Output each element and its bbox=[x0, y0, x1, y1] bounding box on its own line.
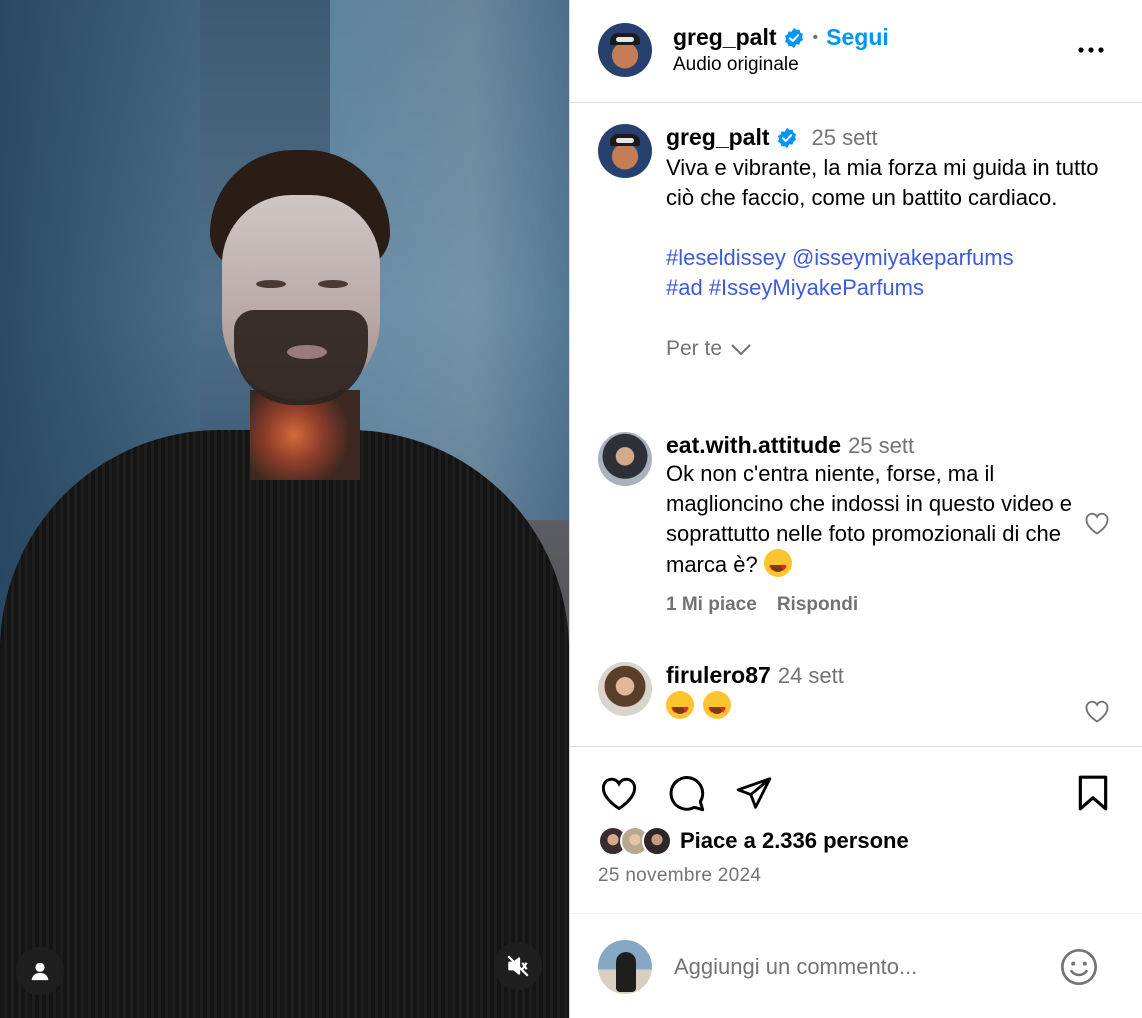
audio-label[interactable]: Audio originale bbox=[673, 54, 799, 76]
heart-icon[interactable] bbox=[1083, 510, 1111, 536]
person-eye-left bbox=[256, 280, 286, 288]
more-icon[interactable] bbox=[1076, 38, 1106, 68]
reply-button[interactable]: Rispondi bbox=[777, 594, 858, 616]
share-icon[interactable] bbox=[734, 774, 774, 812]
person-eye-right bbox=[318, 280, 348, 288]
reel-video[interactable] bbox=[0, 0, 569, 1018]
heart-eyes-emoji bbox=[666, 691, 694, 725]
caption-hashtags[interactable]: #leseldissey @isseymiyakeparfums #ad #Is… bbox=[666, 243, 1106, 303]
video-person bbox=[0, 0, 569, 1018]
comment-text bbox=[666, 691, 1076, 725]
caption-author-username[interactable]: greg_palt bbox=[666, 124, 770, 151]
caption-text: Viva e vibrante, la mia forza mi guida i… bbox=[666, 155, 1099, 210]
comment-likes-count[interactable]: 1 Mi piace bbox=[666, 594, 757, 616]
verified-icon bbox=[777, 127, 796, 148]
heart-icon[interactable] bbox=[598, 774, 640, 812]
sort-for-you-dropdown[interactable]: Per te bbox=[666, 337, 1106, 361]
comment-date[interactable]: 25 sett bbox=[848, 433, 914, 459]
comment-text: Ok non c'entra niente, forse, ma il magl… bbox=[666, 459, 1076, 583]
commenter-avatar[interactable] bbox=[598, 432, 652, 486]
hashtags-line-1[interactable]: #leseldissey @isseymiyakeparfums bbox=[666, 243, 1106, 273]
heart-eyes-emoji bbox=[703, 691, 732, 725]
comment-icon[interactable] bbox=[666, 773, 706, 813]
post-panel: greg_palt • Segui Audio originale greg_p… bbox=[569, 0, 1142, 1018]
current-user-avatar bbox=[598, 940, 652, 994]
likes-count[interactable]: Piace a 2.336 persone bbox=[680, 828, 909, 854]
liker-avatar bbox=[642, 826, 672, 856]
comments-feed[interactable]: greg_palt 25 sett Viva e vibrante, la mi… bbox=[570, 104, 1142, 746]
hashtags-line-2[interactable]: #ad #IsseyMiyakeParfums bbox=[666, 273, 1106, 303]
comment-actions: 1 Mi piace Rispondi bbox=[666, 594, 1076, 616]
author-username[interactable]: greg_palt bbox=[673, 24, 777, 51]
comment-input[interactable] bbox=[674, 950, 1034, 984]
smile-icon[interactable] bbox=[1059, 947, 1099, 987]
likes-summary[interactable]: Piace a 2.336 persone bbox=[598, 826, 909, 856]
verified-icon bbox=[784, 27, 803, 48]
add-comment-bar bbox=[570, 913, 1142, 1018]
post-header: greg_palt • Segui Audio originale bbox=[570, 0, 1142, 103]
follow-button[interactable]: Segui bbox=[826, 24, 889, 51]
separator-dot: • bbox=[812, 28, 819, 46]
caption-date[interactable]: 25 sett bbox=[812, 125, 878, 151]
chevron-down-icon bbox=[731, 344, 751, 356]
commenter-username[interactable]: eat.with.attitude bbox=[666, 432, 841, 459]
heart-eyes-emoji bbox=[763, 549, 792, 583]
user-icon bbox=[31, 962, 49, 981]
commenter-username[interactable]: firulero87 bbox=[666, 662, 771, 689]
bookmark-icon[interactable] bbox=[1076, 774, 1110, 812]
comment-text-content: Ok non c'entra niente, forse, ma il magl… bbox=[666, 461, 1073, 577]
commenter-avatar[interactable] bbox=[598, 662, 652, 716]
post-actions-area: Piace a 2.336 persone 25 novembre 2024 bbox=[570, 746, 1142, 1018]
person-sweater bbox=[0, 430, 569, 1018]
comment-date[interactable]: 24 sett bbox=[778, 663, 844, 689]
heart-icon[interactable] bbox=[1083, 698, 1111, 724]
tagged-users-button[interactable] bbox=[16, 947, 64, 995]
mute-icon bbox=[507, 955, 529, 977]
mute-button[interactable] bbox=[494, 942, 542, 990]
author-row: greg_palt • Segui bbox=[673, 24, 889, 51]
sort-label: Per te bbox=[666, 337, 723, 360]
caption-author-avatar[interactable] bbox=[598, 124, 652, 178]
post-date[interactable]: 25 novembre 2024 bbox=[598, 865, 761, 887]
author-avatar[interactable] bbox=[598, 23, 652, 77]
person-lips bbox=[287, 345, 327, 359]
